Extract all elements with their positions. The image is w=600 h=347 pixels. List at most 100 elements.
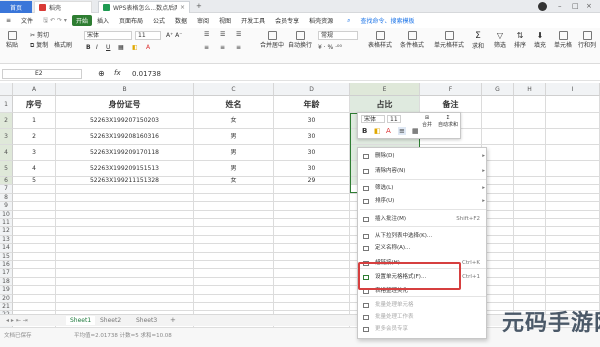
- cell-B17[interactable]: [56, 269, 194, 278]
- menu-item-delete[interactable]: 删除(D) ▸: [358, 151, 488, 162]
- cell-I10[interactable]: [546, 210, 600, 219]
- mini-fill-color-icon[interactable]: ◧: [374, 127, 381, 135]
- cell-I5[interactable]: [546, 161, 600, 177]
- row-header-19[interactable]: 19: [0, 286, 13, 295]
- column-header-F[interactable]: F: [420, 83, 482, 96]
- cell-A20[interactable]: [13, 294, 56, 303]
- align-center-icon[interactable]: ≡: [220, 44, 225, 51]
- cell-C2[interactable]: 女: [194, 113, 274, 129]
- menu-review[interactable]: 审阅: [192, 16, 214, 25]
- cell-D17[interactable]: [274, 269, 350, 278]
- menu-icon[interactable]: ≡: [0, 17, 16, 24]
- cell-I4[interactable]: [546, 145, 600, 161]
- cell-D10[interactable]: [274, 210, 350, 219]
- corner-select-all[interactable]: [0, 83, 13, 96]
- column-header-E[interactable]: E: [350, 83, 420, 96]
- cell-C8[interactable]: [194, 193, 274, 203]
- cell-B4[interactable]: 52263X199209170118: [56, 145, 194, 161]
- cell-I1[interactable]: [546, 96, 600, 113]
- minimize-icon[interactable]: –: [558, 2, 562, 10]
- menu-data[interactable]: 数据: [170, 16, 192, 25]
- cell-A14[interactable]: [13, 244, 56, 253]
- cell-A13[interactable]: [13, 235, 56, 245]
- row-header-12[interactable]: 12: [0, 227, 13, 236]
- spreadsheet-grid[interactable]: A B C D E F G H I 1 序号 身份证号 姓名 年龄 占比 备注 2 1 52263X19920715…: [0, 83, 600, 329]
- cell-B10[interactable]: [56, 210, 194, 219]
- cond-format-button[interactable]: 条件格式: [400, 31, 424, 49]
- menu-item-clear-contents[interactable]: 清除内容(N) ▸: [358, 166, 488, 177]
- cell-H9[interactable]: [514, 202, 546, 211]
- cell-C11[interactable]: [194, 219, 274, 228]
- cell-H14[interactable]: [514, 244, 546, 253]
- cell-H4[interactable]: [514, 145, 546, 161]
- mini-size-select[interactable]: 11: [387, 115, 401, 123]
- cell-H13[interactable]: [514, 235, 546, 245]
- cell-C14[interactable]: [194, 244, 274, 253]
- cell-C5[interactable]: 男: [194, 161, 274, 177]
- row-header-18[interactable]: 18: [0, 277, 13, 287]
- column-header-I[interactable]: I: [546, 83, 600, 96]
- row-header-20[interactable]: 20: [0, 294, 13, 303]
- mini-font-select[interactable]: 宋体: [361, 115, 385, 123]
- cell-A17[interactable]: [13, 269, 56, 278]
- menu-item-pick-from-list[interactable]: 从下拉列表中选择(K)...: [358, 231, 488, 242]
- bold-button[interactable]: B: [86, 44, 91, 51]
- cell-C15[interactable]: [194, 252, 274, 261]
- menu-item-batch-sheets[interactable]: 批量处理工作表: [358, 312, 488, 323]
- cell-H20[interactable]: [514, 294, 546, 303]
- sheet-nav-icons[interactable]: ◂ ▸ ⇤ ⇥: [6, 317, 28, 324]
- cell-A3[interactable]: 2: [13, 129, 56, 145]
- cell-B5[interactable]: 52263X199209151513: [56, 161, 194, 177]
- number-format-select[interactable]: 常规: [318, 31, 358, 40]
- cell-B11[interactable]: [56, 219, 194, 228]
- tab-active-document[interactable]: WPS表格怎么...数点后两位小数 ×: [98, 1, 190, 13]
- cell-H2[interactable]: [514, 113, 546, 129]
- align-left-icon[interactable]: ≡: [204, 44, 209, 51]
- cell-H10[interactable]: [514, 210, 546, 219]
- menu-item-insert-comment[interactable]: 插入批注(M) Shift+F2: [358, 214, 488, 225]
- wrap-text-button[interactable]: 自动换行: [288, 31, 312, 49]
- cell-A10[interactable]: [13, 210, 56, 219]
- cell-C9[interactable]: [194, 202, 274, 211]
- row-header-3[interactable]: 3: [0, 129, 13, 145]
- fill-button[interactable]: ⬇ 填充: [534, 31, 546, 49]
- cell-I15[interactable]: [546, 252, 600, 261]
- cell-C19[interactable]: [194, 286, 274, 295]
- cell-D15[interactable]: [274, 252, 350, 261]
- mini-border-icon[interactable]: ▦: [412, 127, 419, 135]
- row-header-4[interactable]: 4: [0, 145, 13, 161]
- cell-B21[interactable]: [56, 303, 194, 312]
- cell-C3[interactable]: 男: [194, 129, 274, 145]
- cell-D13[interactable]: [274, 235, 350, 245]
- cell-D6[interactable]: 29: [274, 177, 350, 186]
- menu-item-sort[interactable]: 排序(U) ▸: [358, 196, 488, 207]
- cell-A12[interactable]: [13, 227, 56, 236]
- cell-B15[interactable]: [56, 252, 194, 261]
- cell-A1[interactable]: 序号: [13, 96, 56, 113]
- close-tab-icon[interactable]: ×: [180, 4, 185, 11]
- align-right-icon[interactable]: ≡: [236, 44, 241, 51]
- row-header-13[interactable]: 13: [0, 235, 13, 245]
- cell-I6[interactable]: [546, 177, 600, 186]
- align-bottom-icon[interactable]: ☰: [236, 31, 241, 38]
- column-header-H[interactable]: H: [514, 83, 546, 96]
- cell-I14[interactable]: [546, 244, 600, 253]
- menu-file[interactable]: 文件: [16, 16, 38, 25]
- cell-B13[interactable]: [56, 235, 194, 245]
- cell-A4[interactable]: 3: [13, 145, 56, 161]
- search-commands[interactable]: 查找命令、搜索模板: [355, 16, 419, 25]
- row-header-15[interactable]: 15: [0, 252, 13, 261]
- cell-A16[interactable]: [13, 261, 56, 270]
- border-icon[interactable]: ▦: [118, 44, 124, 51]
- cell-I13[interactable]: [546, 235, 600, 245]
- row-header-2[interactable]: 2: [0, 113, 13, 129]
- cell-I12[interactable]: [546, 227, 600, 236]
- add-sheet-icon[interactable]: +: [170, 316, 176, 324]
- row-header-14[interactable]: 14: [0, 244, 13, 253]
- cell-I2[interactable]: [546, 113, 600, 129]
- cell-G2[interactable]: [482, 113, 514, 129]
- menu-vip[interactable]: 会员专享: [270, 16, 304, 25]
- cell-B3[interactable]: 52263X199208160316: [56, 129, 194, 145]
- maximize-icon[interactable]: □: [572, 2, 579, 10]
- cell-C21[interactable]: [194, 303, 274, 312]
